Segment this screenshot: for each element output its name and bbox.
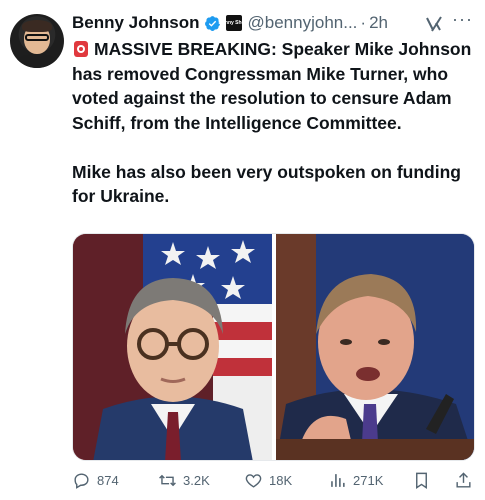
retweet-icon — [159, 474, 176, 486]
share-button[interactable] — [454, 471, 479, 490]
avatar-hair — [22, 20, 52, 32]
photo-right-art — [275, 234, 474, 460]
photo-congressman-mike-turner[interactable] — [275, 234, 474, 460]
views-count: 271K — [353, 472, 384, 488]
bookmark-icon — [416, 472, 427, 489]
reply-button[interactable]: 874 — [72, 471, 119, 490]
views-button[interactable]: 271K — [328, 471, 383, 490]
grok-icon[interactable] — [424, 14, 444, 34]
tweet-card[interactable]: Benny Johnson Benny Show @bennyjohn... ·… — [0, 0, 485, 500]
heart-icon — [245, 473, 262, 488]
media-grid[interactable] — [72, 233, 475, 461]
avatar-shirt — [14, 54, 60, 68]
author-handle[interactable]: @bennyjohn... — [248, 13, 358, 33]
photo-left-art — [73, 234, 272, 460]
tweet-text: MASSIVE BREAKING: Speaker Mike Johnson h… — [72, 37, 472, 209]
author-name[interactable]: Benny Johnson — [72, 13, 200, 33]
retweet-button[interactable]: 3.2K — [158, 471, 210, 490]
like-count: 18K — [269, 472, 293, 488]
timestamp[interactable]: 2h — [369, 13, 388, 33]
tweet-paragraph-1-text: MASSIVE BREAKING: Speaker Mike Johnson h… — [72, 39, 472, 133]
tweet-paragraph-1: MASSIVE BREAKING: Speaker Mike Johnson h… — [72, 37, 472, 135]
avatar-glasses — [25, 34, 49, 41]
reply-icon — [74, 472, 89, 489]
siren-emoji-icon — [74, 41, 88, 57]
more-icon[interactable]: ··· — [452, 10, 474, 30]
views-chart-icon — [331, 473, 345, 487]
like-button[interactable]: 18K — [244, 471, 292, 490]
affiliate-badge[interactable]: Benny Show — [219, 15, 249, 31]
avatar[interactable] — [10, 14, 64, 68]
tweet-header: Benny Johnson Benny Show @bennyjohn... ·… — [72, 10, 388, 36]
reply-count: 874 — [97, 472, 119, 488]
separator-dot: · — [360, 13, 367, 32]
tweet-paragraph-2: Mike has also been very outspoken on fun… — [72, 161, 461, 207]
photo-speaker-mike-johnson[interactable] — [73, 234, 272, 460]
retweet-count: 3.2K — [183, 472, 210, 488]
bookmark-button[interactable] — [412, 471, 437, 490]
action-bar: 874 3.2K 18K 271K — [72, 468, 475, 492]
share-icon — [456, 471, 471, 488]
